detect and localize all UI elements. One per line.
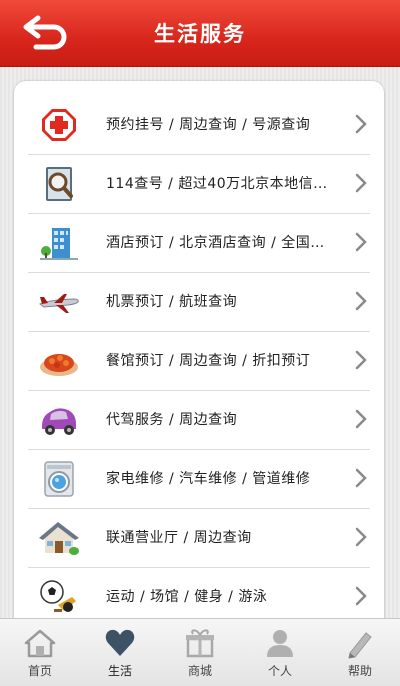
service-label: 家电维修 / 汽车维修 / 管道维修 xyxy=(106,471,311,487)
service-row-hotel[interactable]: 酒店预订 / 北京酒店查询 / 全国… xyxy=(28,213,370,273)
title-bar: 生活服务 xyxy=(0,0,400,67)
service-label: 联通营业厅 / 周边查询 xyxy=(106,530,252,546)
service-label: 酒店预订 / 北京酒店查询 / 全国… xyxy=(106,235,325,251)
service-label: 114查号 / 超过40万北京本地信… xyxy=(106,176,328,192)
airplane-icon xyxy=(39,294,79,313)
chevron-right-icon xyxy=(355,114,367,134)
page-title: 生活服务 xyxy=(154,22,246,46)
service-row-repair[interactable]: 家电维修 / 汽车维修 / 管道维修 xyxy=(28,449,370,509)
tab-label: 商城 xyxy=(187,664,212,678)
sports-ball-icon xyxy=(40,580,76,612)
service-label: 餐馆预订 / 周边查询 / 折扣预订 xyxy=(106,353,311,369)
chevron-right-icon xyxy=(355,350,367,370)
service-label: 运动 / 场馆 / 健身 / 游泳 xyxy=(106,589,268,605)
service-label: 机票预订 / 航班查询 xyxy=(106,294,238,310)
chevron-right-icon xyxy=(355,468,367,488)
hospital-cross-icon xyxy=(42,109,76,141)
chevron-right-icon xyxy=(355,409,367,429)
chevron-right-icon xyxy=(355,586,367,606)
service-label: 预约挂号 / 周边查询 / 号源查询 xyxy=(106,117,311,133)
service-row-114[interactable]: 114查号 / 超过40万北京本地信… xyxy=(28,154,370,214)
chevron-right-icon xyxy=(355,232,367,252)
gift-icon xyxy=(186,629,214,658)
service-row-unicom[interactable]: 联通营业厅 / 周边查询 xyxy=(28,508,370,568)
tab-help[interactable]: 帮助 xyxy=(320,619,400,686)
tab-personal[interactable]: 个人 xyxy=(240,619,320,686)
home-icon xyxy=(24,629,56,658)
person-icon xyxy=(267,630,293,657)
chevron-right-icon xyxy=(355,173,367,193)
service-row-driver[interactable]: 代驾服务 / 周边查询 xyxy=(28,390,370,450)
tab-label: 帮助 xyxy=(347,664,372,678)
pencil-icon xyxy=(348,632,372,659)
tab-home[interactable]: 首页 xyxy=(0,619,80,686)
bottom-tab-bar: 首页 生活 商城 个人 帮助 xyxy=(0,618,400,686)
tab-mall[interactable]: 商城 xyxy=(160,619,240,686)
chevron-right-icon xyxy=(355,291,367,311)
tab-label: 首页 xyxy=(27,664,52,678)
food-dish-icon xyxy=(40,354,78,376)
tab-label: 个人 xyxy=(267,664,292,678)
service-list-area[interactable]: 预约挂号 / 周边查询 / 号源查询 114查号 / 超过40万北京本地信… 酒… xyxy=(0,67,400,618)
car-icon xyxy=(42,408,76,435)
magnifier-directory-icon xyxy=(46,167,73,201)
washing-machine-icon xyxy=(44,461,74,497)
chevron-right-icon xyxy=(355,527,367,547)
service-row-hospital[interactable]: 预约挂号 / 周边查询 / 号源查询 xyxy=(28,95,370,155)
tab-life[interactable]: 生活 xyxy=(80,619,160,686)
service-list-card: 预约挂号 / 周边查询 / 号源查询 114查号 / 超过40万北京本地信… 酒… xyxy=(14,81,384,618)
service-row-flight[interactable]: 机票预订 / 航班查询 xyxy=(28,272,370,332)
tab-label: 生活 xyxy=(107,664,132,678)
hotel-building-icon xyxy=(40,228,78,260)
service-label: 代驾服务 / 周边查询 xyxy=(106,412,238,428)
heart-icon xyxy=(105,629,135,656)
house-icon xyxy=(39,522,79,555)
service-row-restaurant[interactable]: 餐馆预订 / 周边查询 / 折扣预订 xyxy=(28,331,370,391)
service-row-sports[interactable]: 运动 / 场馆 / 健身 / 游泳 xyxy=(28,567,370,618)
